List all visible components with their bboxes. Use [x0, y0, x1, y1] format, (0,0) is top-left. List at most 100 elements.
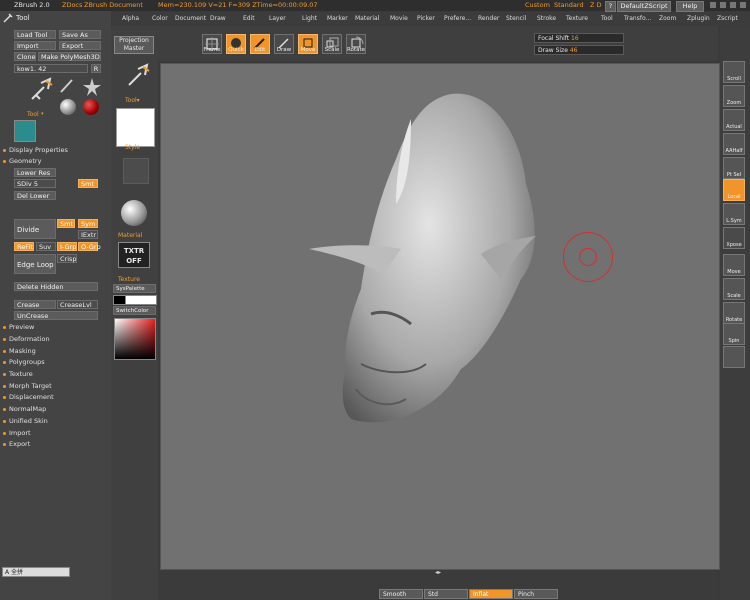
zd-button[interactable]: Z D [590, 1, 602, 9]
brush-chevron-down-icon[interactable]: Tool▾ [125, 97, 140, 104]
menu-stencil[interactable]: Stencil [506, 15, 526, 22]
tool-r-button[interactable]: R [91, 64, 101, 73]
delete-hidden-button[interactable]: Delete Hidden [14, 282, 98, 291]
rotate-view-button[interactable]: Rotate [723, 302, 745, 324]
lower-res-button[interactable]: Lower Res [14, 168, 56, 177]
close-icon[interactable] [740, 2, 746, 8]
menu-picker[interactable]: Picker [417, 15, 435, 22]
iextr-toggle[interactable]: IExtr [78, 230, 98, 239]
lsym-button[interactable]: L.Sym [723, 203, 745, 225]
make-polymesh-button[interactable]: Make PolyMesh3D [38, 52, 101, 61]
refit-button[interactable]: ReFit [14, 242, 34, 251]
menu-render[interactable]: Render [478, 15, 499, 22]
draw-size-slider[interactable]: Draw Size 46 [534, 45, 624, 55]
section-display-properties[interactable]: Display Properties [3, 146, 68, 154]
section-export[interactable]: Export [2, 440, 30, 448]
sphere-tool-icon[interactable] [60, 99, 76, 115]
default-zscript-button[interactable]: DefaultZScript [617, 1, 671, 12]
section-normalmap[interactable]: NormalMap [2, 405, 46, 413]
collapse-arrows-icon[interactable]: ◂▸ [428, 570, 448, 576]
material-label[interactable]: Material [118, 232, 142, 239]
section-geometry[interactable]: Geometry [2, 157, 41, 165]
help-question-button[interactable]: ? [605, 1, 616, 12]
brush-std[interactable]: Std [424, 589, 468, 599]
smt-divide-toggle[interactable]: Smt [57, 219, 75, 228]
section-unified-skin[interactable]: Unified Skin [3, 417, 48, 425]
scale-view-button[interactable]: Scale [723, 278, 745, 300]
actual-button[interactable]: Actual [723, 109, 745, 131]
section-preview[interactable]: Preview [2, 323, 34, 331]
zdocs-link[interactable]: ZDocs [62, 1, 82, 9]
menu-movie[interactable]: Movie [390, 15, 408, 22]
brush-smooth[interactable]: Smooth [379, 589, 423, 599]
del-lower-button[interactable]: Del Lower [14, 191, 56, 200]
document-canvas[interactable] [160, 63, 720, 570]
suv-toggle[interactable]: Suv [36, 242, 56, 251]
sdiv-slider[interactable]: SDiv 5 [14, 179, 56, 188]
menu-material[interactable]: Material [355, 15, 379, 22]
alpha-thumbnail[interactable] [116, 108, 155, 147]
menu-texture[interactable]: Texture [566, 15, 588, 22]
minimize-icon[interactable] [710, 2, 716, 8]
section-deformation[interactable]: Deformation [3, 335, 50, 343]
current-tool-thumbnail[interactable] [14, 120, 36, 142]
menu-tool[interactable]: Tool [601, 15, 613, 22]
menu-document[interactable]: Document [175, 15, 206, 22]
export-button[interactable]: Export [59, 41, 101, 50]
save-as-button[interactable]: Save As [59, 30, 101, 39]
brush-pinch[interactable]: Pinch [514, 589, 558, 599]
smt-toggle[interactable]: Smt [78, 179, 98, 188]
help-button[interactable]: Help [676, 1, 704, 12]
camera-icon[interactable] [723, 346, 745, 368]
load-tool-button[interactable]: Load Tool [14, 30, 56, 39]
brush-stroke-icon[interactable] [125, 63, 151, 91]
tool-name-field[interactable]: kow1. 42 [14, 64, 88, 73]
menu-color[interactable]: Color [152, 15, 168, 22]
focal-shift-slider[interactable]: Focal Shift 16 [534, 33, 624, 43]
menu-edit[interactable]: Edit [243, 15, 255, 22]
menu-zscript[interactable]: Zscript [717, 15, 738, 22]
section-morph-target[interactable]: Morph Target [3, 382, 52, 390]
material-sphere-icon[interactable] [121, 200, 147, 226]
standard-button[interactable]: Standard [554, 1, 584, 9]
star-tool-icon[interactable] [82, 77, 102, 97]
crisp-toggle[interactable]: Crisp [57, 254, 77, 263]
texture-off-button[interactable]: TXTR OFF [118, 242, 150, 268]
xpose-button[interactable]: Xpose [723, 227, 745, 249]
tool-chevron-down-icon[interactable]: ▾ [41, 111, 44, 117]
brush-inflat[interactable]: Inflat [469, 589, 513, 599]
zoom-button[interactable]: Zoom [723, 85, 745, 107]
projection-master-button[interactable]: Projection Master [114, 36, 154, 54]
igrp-toggle[interactable]: I-Grp [57, 242, 77, 251]
menu-light[interactable]: Light [302, 15, 317, 22]
tool-sub-label[interactable]: Tool [27, 111, 39, 118]
menu-transform[interactable]: Transfo... [624, 15, 651, 22]
menu-alpha[interactable]: Alpha [122, 15, 139, 22]
sym-toggle[interactable]: Sym [78, 219, 98, 228]
ptsel-button[interactable]: Pt Sel [723, 157, 745, 179]
switchcolor-button[interactable]: SwitchColor [113, 306, 156, 315]
clone-button[interactable]: Clone [14, 52, 36, 61]
uncrease-button[interactable]: UnCrease [14, 311, 98, 320]
edge-loop-button[interactable]: Edge Loop [14, 254, 56, 274]
section-masking[interactable]: Masking [3, 347, 36, 355]
menu-zoom[interactable]: Zoom [659, 15, 676, 22]
maximize-icon[interactable] [720, 2, 726, 8]
ime-toolbar[interactable]: A 全拼 [2, 567, 70, 577]
ogrp-toggle[interactable]: O-Grp [78, 242, 101, 251]
menu-stroke[interactable]: Stroke [537, 15, 556, 22]
primary-color-swatch[interactable] [125, 295, 157, 305]
menu-zplugin[interactable]: Zplugin [687, 15, 710, 22]
divide-button[interactable]: Divide [14, 219, 56, 239]
aahalf-button[interactable]: AAHalf [723, 133, 745, 155]
simple-brush-icon[interactable] [28, 77, 54, 105]
local-button[interactable]: Local [723, 179, 745, 201]
section-displacement[interactable]: Displacement [3, 393, 54, 401]
menu-preferences[interactable]: Prefere... [444, 15, 471, 22]
menu-layer[interactable]: Layer [269, 15, 286, 22]
crease-level-slider[interactable]: CreaseLvl [57, 300, 98, 309]
restore-icon[interactable] [730, 2, 736, 8]
stroke-thumbnail[interactable] [123, 158, 149, 184]
section-texture[interactable]: Texture [3, 370, 33, 378]
menu-marker[interactable]: Marker [327, 15, 348, 22]
